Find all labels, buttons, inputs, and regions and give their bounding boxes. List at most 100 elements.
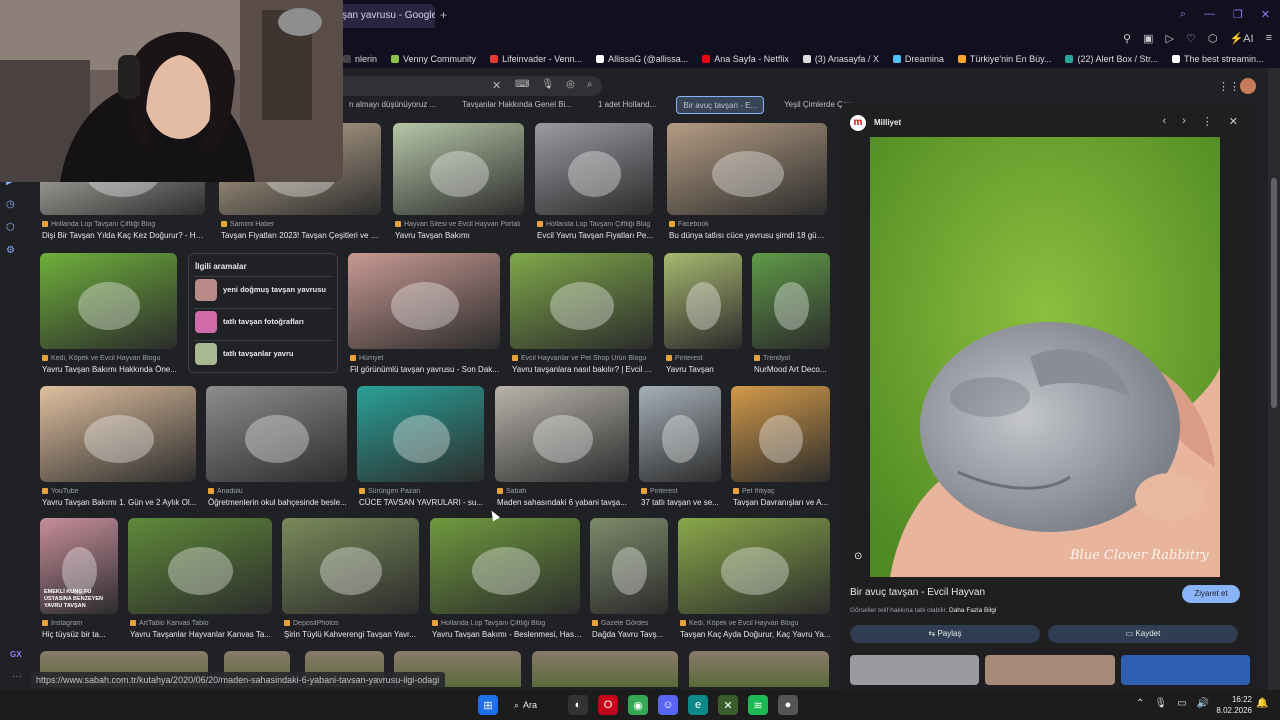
- result-thumbnail[interactable]: [510, 253, 653, 349]
- result-title[interactable]: Fil görünümlü tavşan yavrusu - Son Dak..…: [350, 365, 502, 374]
- mic-icon[interactable]: 🎙: [541, 79, 554, 90]
- preview-title[interactable]: Bir avuç tavşan - Evcil Hayvan: [850, 587, 985, 598]
- save-button[interactable]: ▭ Kaydet: [1048, 625, 1238, 643]
- image-result[interactable]: Pet İhtiyaç Tavşan Davranışları ve A...: [731, 386, 830, 510]
- start-icon[interactable]: ⊞: [478, 695, 498, 715]
- image-result[interactable]: Trendyol NurMood Art Deco...: [752, 253, 830, 377]
- result-thumbnail[interactable]: [430, 518, 580, 614]
- result-source[interactable]: Pinterest: [641, 488, 723, 495]
- image-result[interactable]: Evcil Hayvanlar ve Pet Shop Ürün Blogu Ya…: [510, 253, 653, 377]
- result-thumbnail[interactable]: [495, 386, 629, 482]
- result-thumbnail[interactable]: [128, 518, 272, 614]
- image-result[interactable]: Hollanda Lop Tavşanı Çiftliği Blog Evcil …: [535, 123, 653, 243]
- result-thumbnail[interactable]: [532, 651, 678, 687]
- result-thumbnail[interactable]: [40, 253, 177, 349]
- related-thumb[interactable]: [985, 655, 1115, 685]
- result-title[interactable]: Yavru Tavşan Bakımı 1. Gün ve 2 Aylık Ol…: [42, 498, 198, 507]
- result-thumbnail[interactable]: EMEKLİ KUNG FU USTASINA BENZEYEN YAVRU T…: [40, 518, 118, 614]
- new-tab-button[interactable]: +: [440, 8, 447, 22]
- related-search-item[interactable]: yeni doğmuş tavşan yavrusu: [193, 276, 333, 302]
- bookmark-item[interactable]: Ana Sayfa - Netflix: [702, 50, 789, 68]
- related-search-item[interactable]: tatlı tavşan fotoğrafları: [193, 308, 333, 334]
- spotify-icon[interactable]: ≋: [748, 695, 768, 715]
- chevron-right-icon[interactable]: ›: [1182, 115, 1186, 128]
- result-thumbnail[interactable]: [639, 386, 721, 482]
- result-thumbnail[interactable]: [393, 123, 524, 215]
- result-title[interactable]: Dağda Yavru Tavş...: [592, 630, 670, 639]
- result-thumbnail[interactable]: [590, 518, 668, 614]
- xbox-icon[interactable]: ✕: [718, 695, 738, 715]
- menu-icon[interactable]: ≡: [1266, 32, 1272, 45]
- result-thumbnail[interactable]: [667, 123, 827, 215]
- result-thumbnail[interactable]: [206, 386, 347, 482]
- result-title[interactable]: Öğretmenlerin okul bahçesinde besle...: [208, 498, 349, 507]
- close-icon[interactable]: ✕: [1261, 8, 1270, 21]
- image-result[interactable]: Hürriyet Fil görünümlü tavşan yavrusu - S…: [348, 253, 500, 377]
- result-source[interactable]: DepositPhotos: [284, 620, 421, 627]
- share-button[interactable]: ⇆ Paylaş: [850, 625, 1040, 643]
- result-title[interactable]: Yavru Tavşan: [666, 365, 744, 374]
- opera-gx-icon[interactable]: O: [598, 695, 618, 715]
- result-source[interactable]: ArtTablo Kanvas Tablo: [130, 620, 274, 627]
- image-result[interactable]: Kedi, Köpek ve Evcil Hayvan Blogu Yavru T…: [40, 253, 177, 377]
- result-title[interactable]: Evcil Yavru Tavşan Fiyatları Pe...: [537, 231, 655, 240]
- discord-icon[interactable]: ☺: [658, 695, 678, 715]
- bookmark-item[interactable]: Türkiye'nin En Büy...: [957, 50, 1051, 68]
- extensions-icon[interactable]: ⬡: [6, 222, 15, 233]
- result-title[interactable]: Yavru Tavşanlar Hayvanlar Kanvas Ta...: [130, 630, 274, 639]
- image-result[interactable]: Anadolu Öğretmenlerin okul bahçesinde bes…: [206, 386, 347, 510]
- result-thumbnail[interactable]: [348, 253, 500, 349]
- filter-chip[interactable]: n almayı düşünüyoruz ...: [343, 96, 442, 114]
- result-source[interactable]: Pet İhtiyaç: [733, 488, 832, 495]
- bookmark-item[interactable]: nlerin: [343, 50, 377, 68]
- history-icon[interactable]: ◷: [6, 199, 15, 210]
- more-vert-icon[interactable]: ⋮: [1202, 115, 1213, 128]
- image-result[interactable]: Hayvan Sitesi ve Evcil Hayvan Portalı Yav…: [393, 123, 524, 243]
- result-title[interactable]: 37 tatlı tavşan ve se...: [641, 498, 723, 507]
- obs-icon[interactable]: ●: [778, 695, 798, 715]
- related-thumb[interactable]: [850, 655, 980, 685]
- result-title[interactable]: Bu dünya tatlısı cüce yavrusu şimdi 18 g…: [669, 231, 829, 240]
- bookmark-item[interactable]: (22) Alert Box / Str...: [1065, 50, 1158, 68]
- result-source[interactable]: YouTube: [42, 488, 198, 495]
- result-title[interactable]: Yavru Tavşan Bakımı - Beslenmesi, Hast..…: [432, 630, 582, 639]
- result-source[interactable]: Kedi, Köpek ve Evcil Hayvan Blogu: [680, 620, 832, 627]
- settings-icon[interactable]: ⚙: [6, 245, 15, 256]
- image-result[interactable]: Hollanda Lop Tavşanı Çiftliği Blog Yavru …: [430, 518, 582, 642]
- result-source[interactable]: Sabah: [497, 488, 631, 495]
- result-title[interactable]: Dişi Bir Tavşan Yılda Kaç Kez Doğurur? -…: [42, 231, 207, 240]
- scrollbar[interactable]: [1268, 68, 1280, 690]
- result-thumbnail[interactable]: [282, 518, 419, 614]
- heart-icon[interactable]: ♡: [1186, 32, 1196, 45]
- avatar[interactable]: [1240, 78, 1256, 94]
- image-result[interactable]: Facebook Bu dünya tatlısı cüce yavrusu şi…: [667, 123, 829, 243]
- result-source[interactable]: Kedi, Köpek ve Evcil Hayvan Blogu: [42, 355, 179, 362]
- result-source[interactable]: Hürriyet: [350, 355, 502, 362]
- result-title[interactable]: Yavru Tavşan Bakımı Hakkında Öne...: [42, 365, 179, 374]
- clear-icon[interactable]: ✕: [492, 79, 501, 92]
- search-bar[interactable]: ✕ ⌨ 🎙 ◎ ⌕: [330, 76, 602, 96]
- result-thumbnail[interactable]: [689, 651, 829, 687]
- keyboard-icon[interactable]: ⌨: [515, 79, 529, 90]
- minimize-icon[interactable]: —: [1204, 8, 1215, 21]
- result-title[interactable]: Hiç tüysüz bir ta...: [42, 630, 120, 639]
- image-result[interactable]: Pinterest Yavru Tavşan: [664, 253, 742, 377]
- preview-image[interactable]: Blue Clover Rabbitry: [870, 137, 1220, 577]
- taskbar-search[interactable]: ⌕ Ara: [508, 700, 558, 711]
- result-title[interactable]: Tavşan Fiyatları 2023! Tavşan Çeşitleri …: [221, 231, 383, 240]
- volume-icon[interactable]: 🔊: [1197, 698, 1209, 709]
- result-source[interactable]: Gazete Gördes: [592, 620, 670, 627]
- task-view-icon[interactable]: ◐: [568, 695, 588, 715]
- result-source[interactable]: Facebook: [669, 221, 829, 228]
- chrome-icon[interactable]: ◉: [628, 695, 648, 715]
- pin-icon[interactable]: ⚲: [1123, 32, 1131, 45]
- network-icon[interactable]: ▭: [1177, 698, 1186, 709]
- result-title[interactable]: Şirin Tüylü Kahverengi Tavşan Yavr...: [284, 630, 421, 639]
- image-result[interactable]: Gazete Gördes Dağda Yavru Tavş...: [590, 518, 668, 642]
- filter-chip[interactable]: 1 adet Holland...: [592, 96, 662, 114]
- lens-icon[interactable]: ◎: [566, 79, 575, 90]
- result-source[interactable]: Hollanda Lop Tavşanı Çiftliği Blog: [537, 221, 655, 228]
- snapshot-icon[interactable]: ▣: [1143, 32, 1153, 45]
- result-source[interactable]: Evcil Hayvanlar ve Pet Shop Ürün Blogu: [512, 355, 655, 362]
- related-thumb[interactable]: [1120, 655, 1250, 685]
